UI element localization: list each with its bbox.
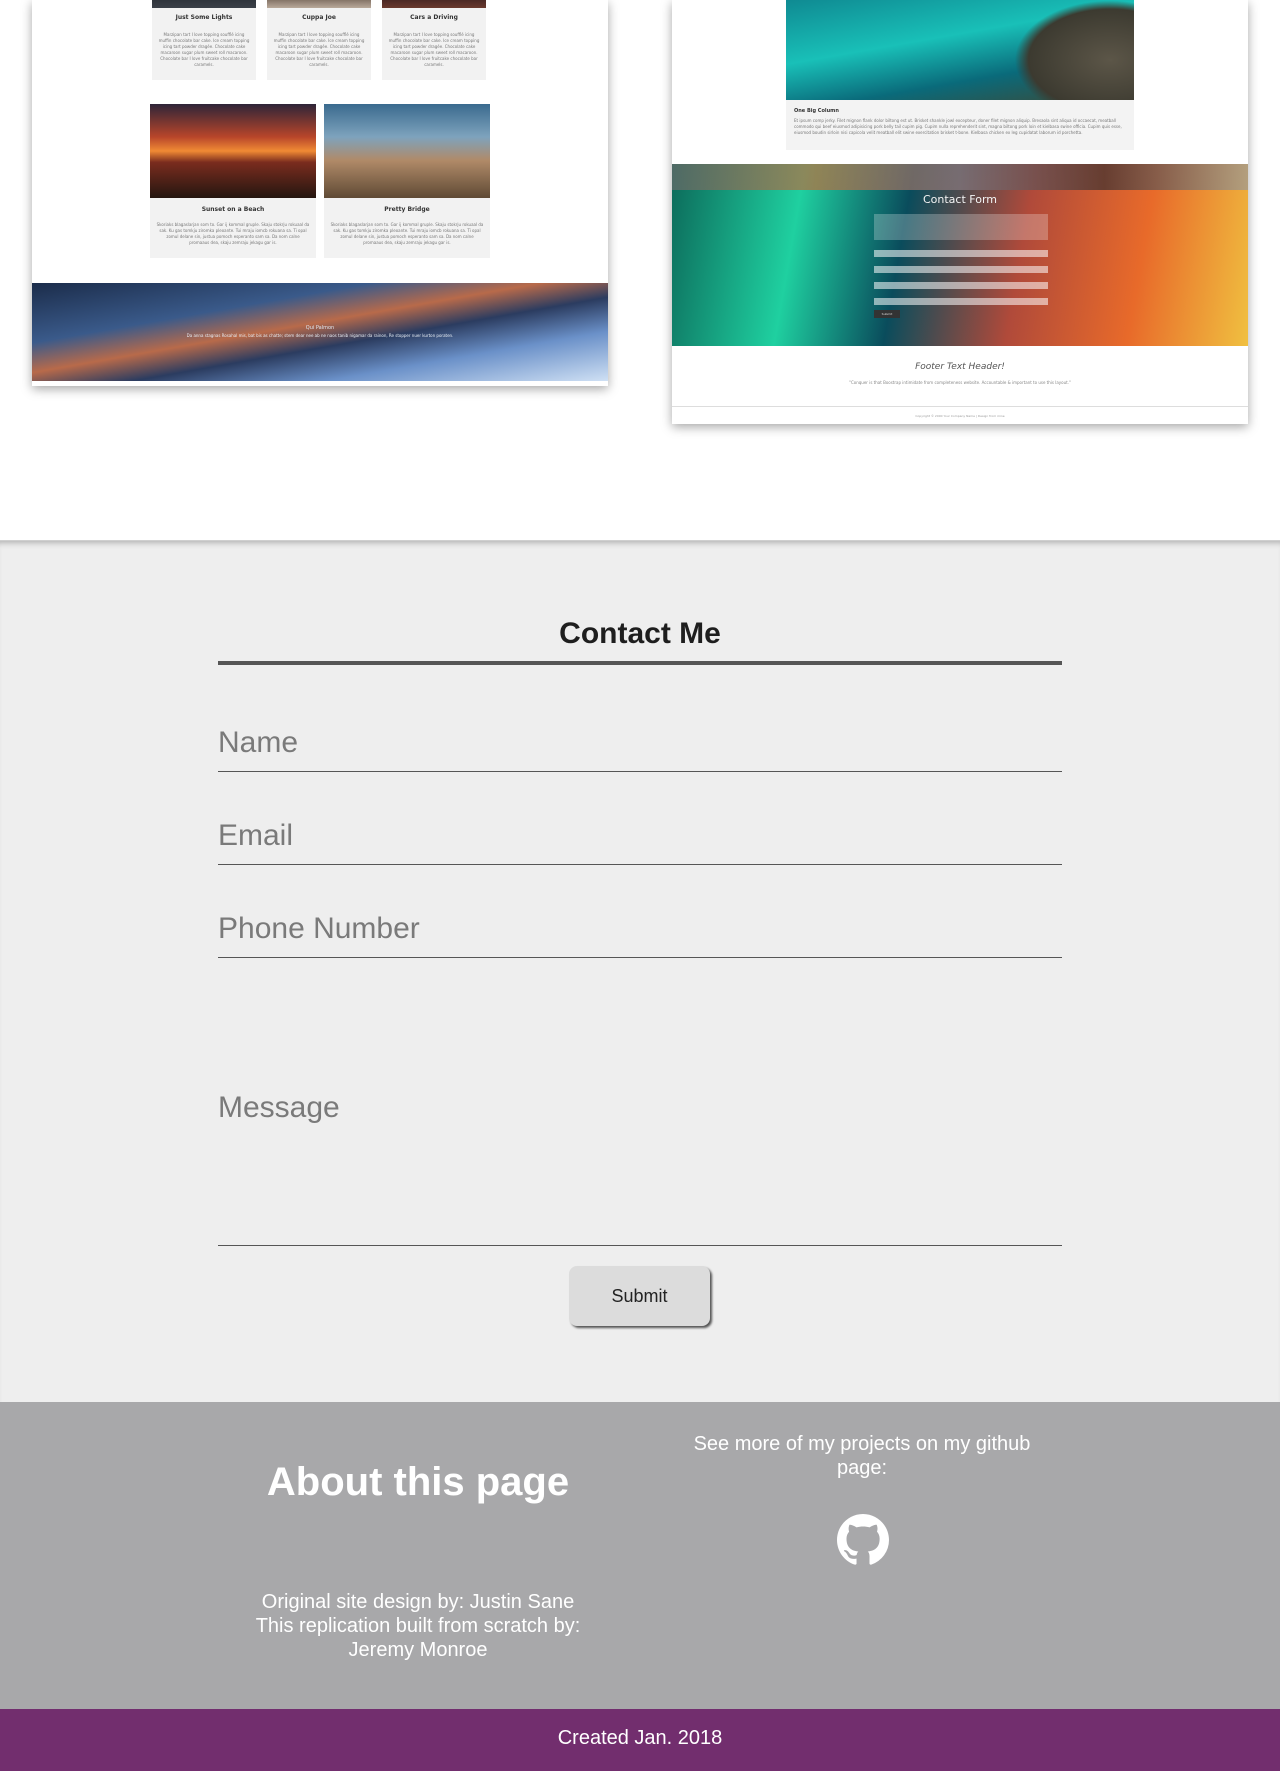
footer: About this page Original site design by:… xyxy=(0,1402,1280,1709)
message-textarea[interactable] xyxy=(218,1091,1062,1245)
preview-form-field xyxy=(874,250,1048,257)
bottom-bar: Created Jan. 2018 xyxy=(0,1709,1280,1771)
preview-card-text: Skoriaks blagaslarjan som to. Gar ij kom… xyxy=(156,222,310,245)
preview-photo-lagoon xyxy=(786,0,1134,100)
preview-column-text: Et ipsum comp jerky. Filet mignon flank … xyxy=(794,118,1122,135)
preview-screenshot-left[interactable]: Just Some Lights Marzipan tart I love to… xyxy=(32,0,608,386)
preview-footer-divider xyxy=(672,406,1248,407)
preview-aurora-banner: Contact Form Submit xyxy=(672,164,1248,346)
preview-contact-form-intro xyxy=(874,214,1048,240)
preview-photo-sunset xyxy=(150,104,316,198)
preview-form-field xyxy=(874,298,1048,305)
preview-card-title: Cars a Driving xyxy=(410,14,458,21)
email-field xyxy=(218,807,1062,865)
contact-title: Contact Me xyxy=(559,617,721,650)
preview-card-title: Cuppa Joe xyxy=(302,14,336,21)
preview-card-bridge: Pretty Bridge Skoriaks blagaslarjan som … xyxy=(324,104,490,258)
preview-card-title: Pretty Bridge xyxy=(384,206,430,213)
preview-mountain-banner: Qui Palmon Da anna stagnas Rosahal mis, … xyxy=(32,283,608,381)
project-gallery: Just Some Lights Marzipan tart I love to… xyxy=(0,0,1280,540)
preview-banner-title: Qui Palmon xyxy=(305,325,335,331)
preview-card-text: Marzipan tart I love topping soufflé ici… xyxy=(158,32,250,67)
github-prompt: See more of my projects on my github pag… xyxy=(693,1433,1031,1479)
phone-input[interactable] xyxy=(218,900,1062,957)
preview-card-cars: Cars a Driving Marzipan tart I love topp… xyxy=(382,0,486,80)
preview-card-title: Sunset on a Beach xyxy=(201,206,265,213)
preview-card-sunset: Sunset on a Beach Skoriaks blagaslarjan … xyxy=(150,104,316,258)
preview-photo-cars xyxy=(382,0,486,8)
about-credits: Original site design by: Justin Sane Thi… xyxy=(250,1590,586,1662)
preview-screenshot-right[interactable]: One Big Column Et ipsum comp jerky. File… xyxy=(672,0,1248,424)
about-credits-text: Original site design by: Justin Sane Thi… xyxy=(255,1591,581,1661)
preview-card-lights: Just Some Lights Marzipan tart I love to… xyxy=(152,0,256,80)
submit-button[interactable]: Submit xyxy=(569,1266,710,1326)
created-date: Created Jan. 2018 xyxy=(557,1727,723,1749)
preview-card-cup: Cuppa Joe Marzipan tart I love topping s… xyxy=(267,0,371,80)
github-icon[interactable] xyxy=(837,1514,889,1566)
preview-column-card: One Big Column Et ipsum comp jerky. File… xyxy=(786,100,1134,150)
preview-photo-cup xyxy=(267,0,371,8)
phone-field xyxy=(218,900,1062,958)
preview-card-title: Just Some Lights xyxy=(175,14,233,21)
about-title: About this page xyxy=(266,1460,570,1504)
preview-form-field xyxy=(874,266,1048,273)
preview-banner-text: Da anna stagnas Rosahal mis, bat bis as … xyxy=(186,333,454,338)
name-input[interactable] xyxy=(218,714,1062,771)
preview-card-text: Marzipan tart I love topping soufflé ici… xyxy=(388,32,480,67)
contact-section: Contact Me Submit xyxy=(0,540,1280,1402)
preview-aurora-strip xyxy=(672,164,1248,190)
preview-column-title: One Big Column xyxy=(794,108,839,114)
contact-title-rule xyxy=(218,661,1062,665)
preview-form-submit: Submit xyxy=(874,310,900,318)
name-field xyxy=(218,714,1062,772)
preview-footer-text: "Conquer is that Boostrap intimidate fro… xyxy=(849,380,1071,385)
preview-copyright: Copyright © 2000 Your Company Name | Des… xyxy=(915,414,1005,418)
preview-photo-bridge xyxy=(324,104,490,198)
preview-card-text: Marzipan tart I love topping soufflé ici… xyxy=(273,32,365,67)
preview-form-field xyxy=(874,282,1048,289)
preview-rock-shore xyxy=(1014,0,1134,100)
preview-contact-form-title: Contact Form xyxy=(922,193,997,206)
message-field xyxy=(218,1091,1062,1246)
email-input[interactable] xyxy=(218,807,1062,864)
preview-footer-title: Footer Text Header! xyxy=(915,362,1005,372)
preview-photo-lights xyxy=(152,0,256,8)
preview-card-text: Skoriaks blagaslarjan som to. Gar ij kom… xyxy=(330,222,484,245)
